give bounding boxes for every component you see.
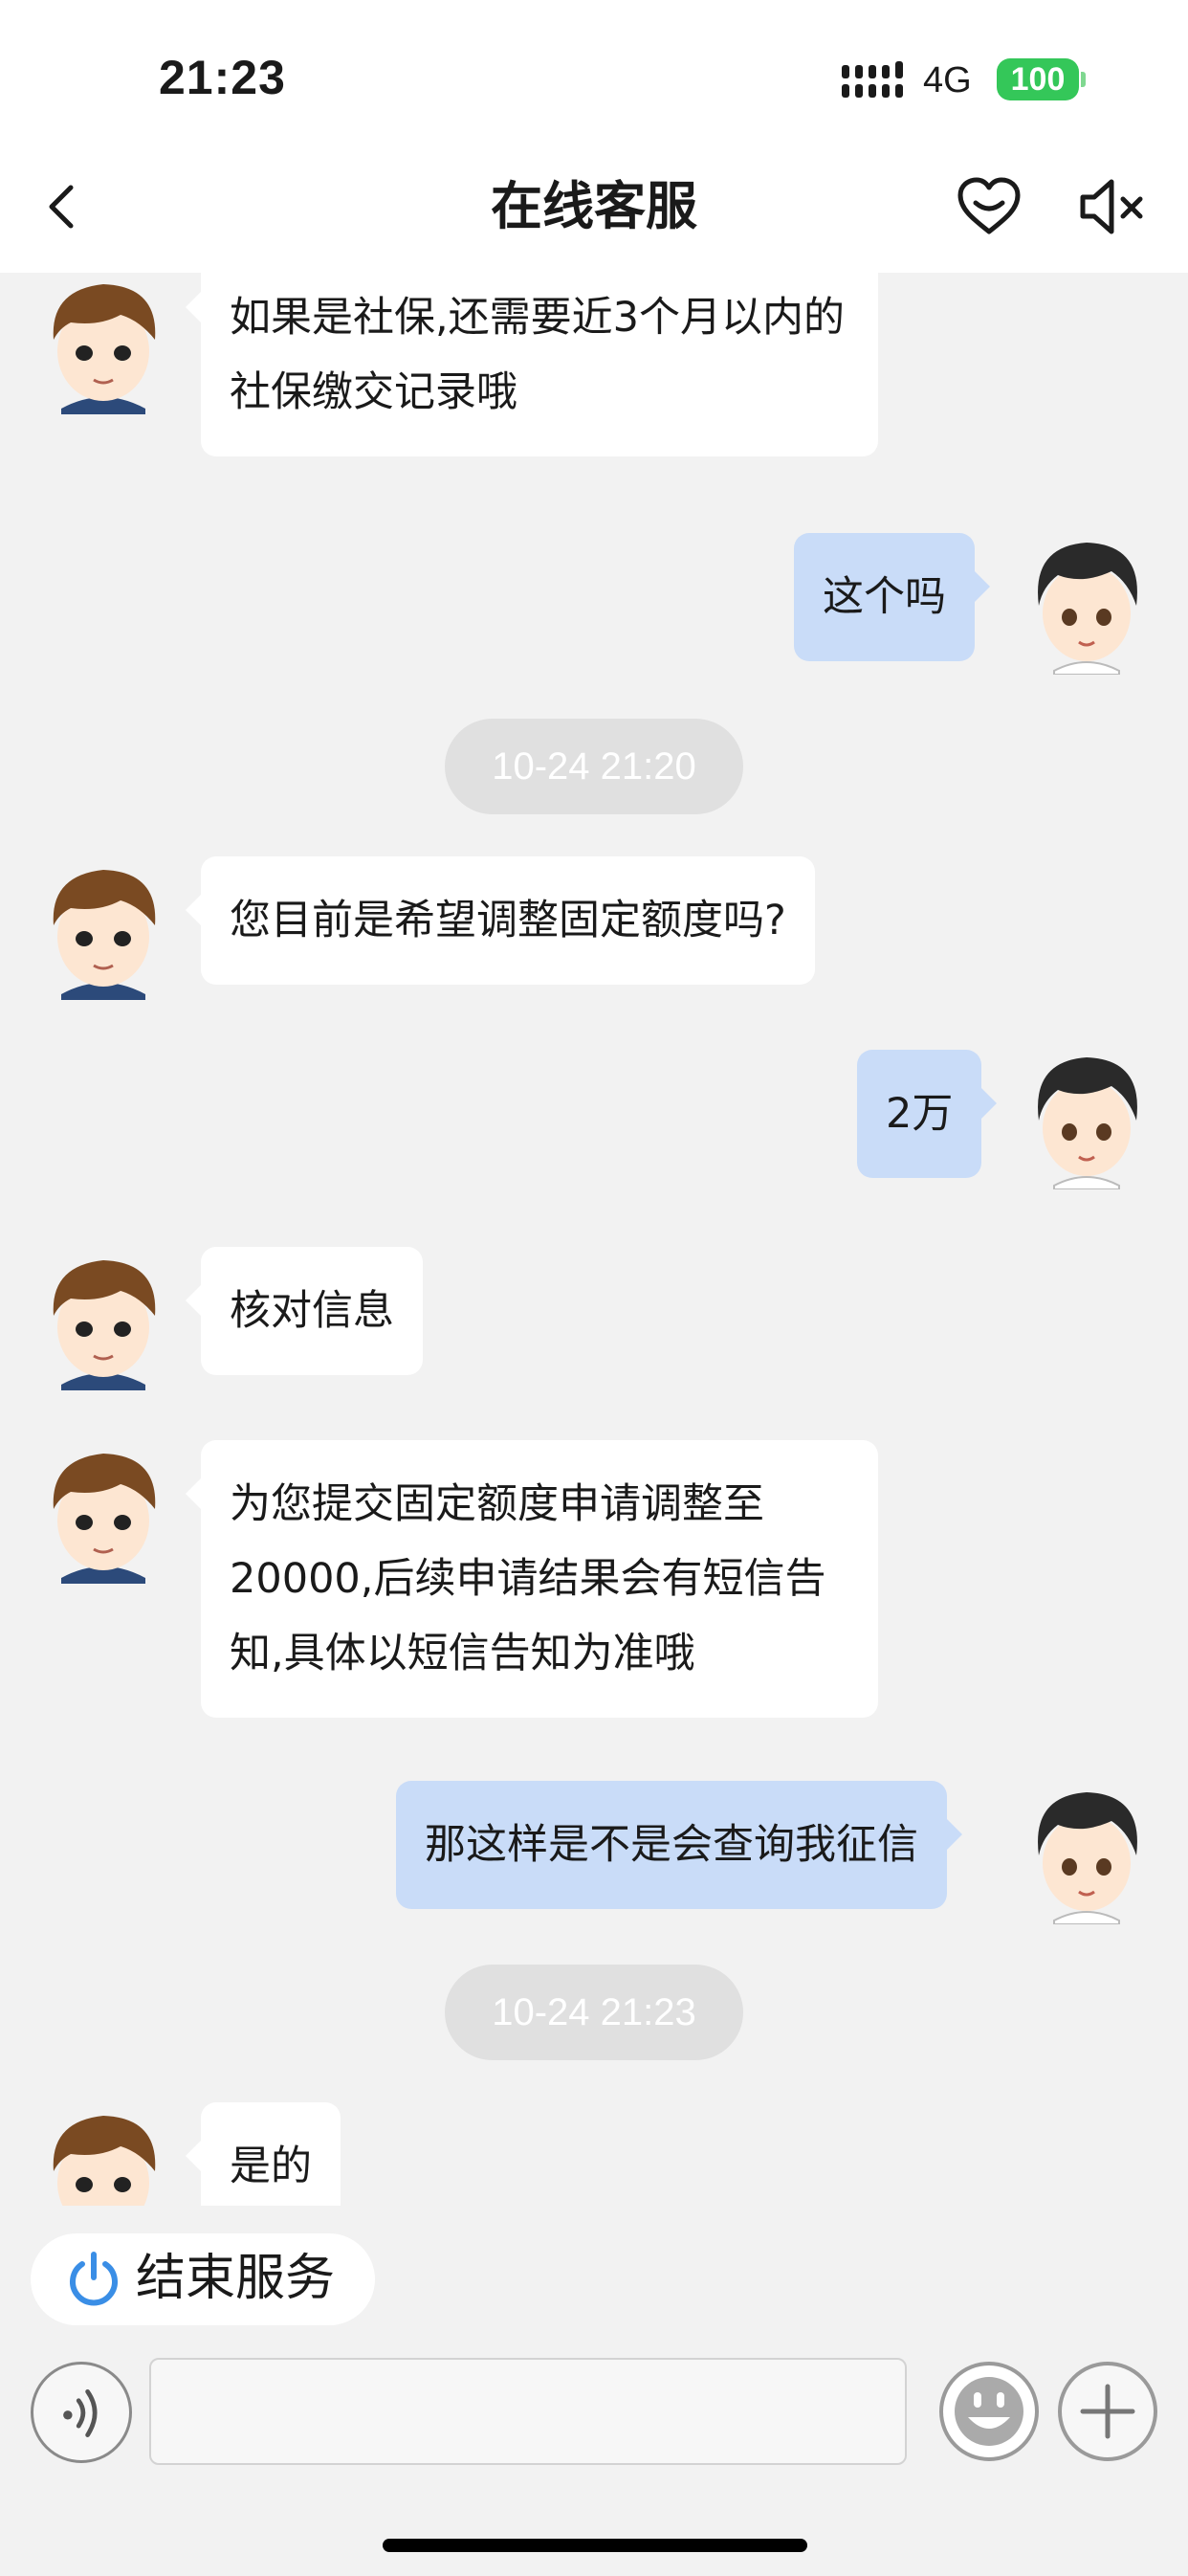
plus-icon[interactable] <box>1056 2360 1159 2463</box>
user-avatar <box>1038 543 1137 675</box>
voice-wave-icon[interactable] <box>31 2362 132 2463</box>
end-service-label: 结束服务 <box>136 2250 336 2307</box>
message-timestamp: 10-24 21:20 <box>445 719 743 814</box>
agent-avatar <box>53 1454 156 1584</box>
user-avatar <box>1038 1057 1137 1189</box>
user-message: 这个吗 <box>794 533 990 661</box>
user-message: 那这样是不是会查询我征信 <box>396 1781 962 1909</box>
signal-strength-icon <box>842 61 903 98</box>
home-indicator <box>383 2539 807 2552</box>
agent-avatar <box>53 1260 156 1390</box>
agent-avatar <box>53 284 156 414</box>
agent-message: 为您提交固定额度申请调整至20000,后续申请结果会有短信告知,具体以短信告知为… <box>186 1440 878 1718</box>
message-input[interactable] <box>149 2358 907 2465</box>
message-timestamp: 10-24 21:23 <box>445 1965 743 2060</box>
agent-message: 如果是社保,还需要近3个月以内的社保缴交记录哦 <box>186 273 878 456</box>
power-icon <box>70 2252 118 2306</box>
status-time: 21:23 <box>159 51 286 104</box>
speaker-muted-icon[interactable] <box>1077 174 1146 239</box>
smiley-icon[interactable] <box>937 2360 1041 2463</box>
user-message: 2万 <box>857 1050 998 1178</box>
heart-icon[interactable] <box>955 174 1023 239</box>
agent-message: 是的 <box>186 2102 341 2206</box>
chat-area[interactable]: 如果是社保,还需要近3个月以内的社保缴交记录哦 这个吗 10-24 21:20 … <box>0 273 1188 2206</box>
user-avatar <box>1038 1792 1137 1924</box>
agent-message: 您目前是希望调整固定额度吗? <box>186 856 815 985</box>
agent-message: 核对信息 <box>186 1247 423 1375</box>
battery-tip <box>1081 72 1086 87</box>
network-type: 4G <box>923 60 972 100</box>
agent-avatar <box>53 870 156 1000</box>
agent-avatar <box>53 2116 156 2206</box>
battery-indicator: 100 <box>997 58 1079 100</box>
